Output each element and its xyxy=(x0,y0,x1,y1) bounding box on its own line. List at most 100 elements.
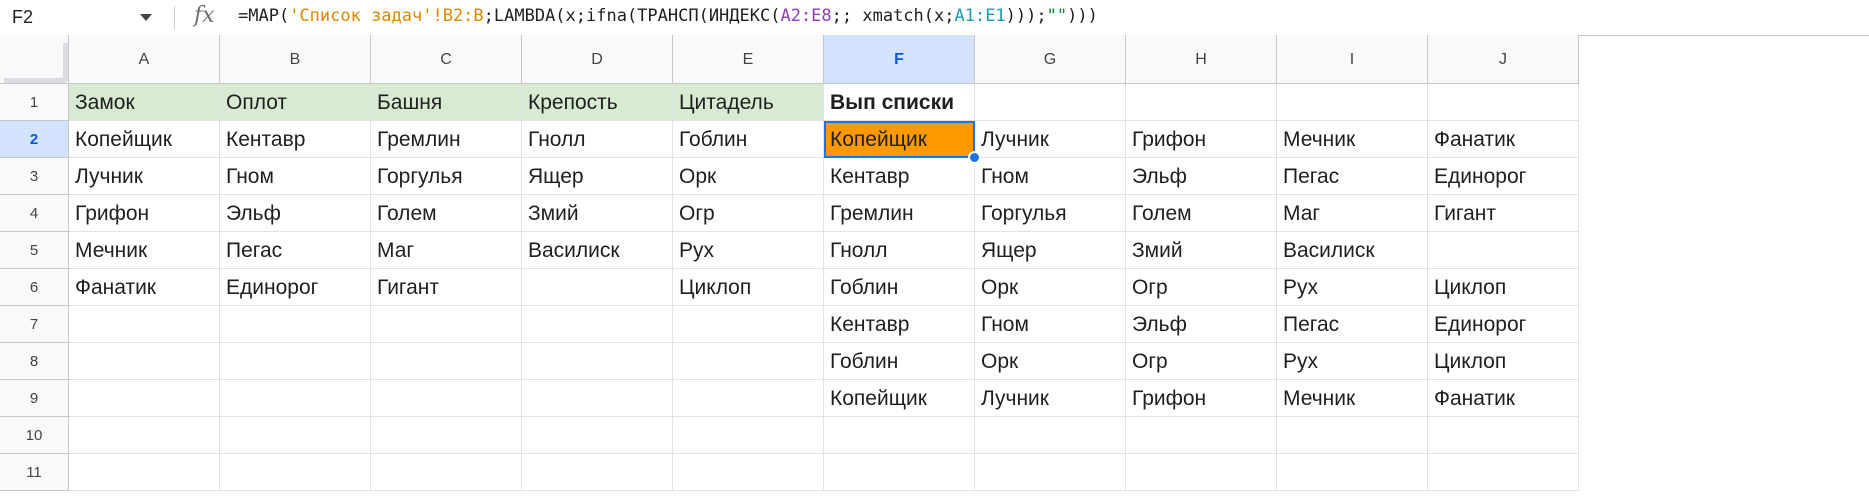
chevron-down-icon[interactable] xyxy=(140,14,152,21)
cell-c8[interactable] xyxy=(371,343,522,380)
cell-d7[interactable] xyxy=(522,306,673,343)
cell-h4[interactable]: Голем xyxy=(1126,195,1277,232)
cell-f3[interactable]: Кентавр xyxy=(824,158,975,195)
cell-d5[interactable]: Василиск xyxy=(522,232,673,269)
column-header-h[interactable]: H xyxy=(1126,35,1277,84)
cell-h5[interactable]: Змий xyxy=(1126,232,1277,269)
cell-a10[interactable] xyxy=(69,417,220,454)
cell-f4[interactable]: Гремлин xyxy=(824,195,975,232)
cell-d9[interactable] xyxy=(522,380,673,417)
cell-b10[interactable] xyxy=(220,417,371,454)
row-header-2[interactable]: 2 xyxy=(0,121,69,158)
cell-f5[interactable]: Гнолл xyxy=(824,232,975,269)
cell-a4[interactable]: Грифон xyxy=(69,195,220,232)
cell-a8[interactable] xyxy=(69,343,220,380)
cell-f11[interactable] xyxy=(824,454,975,491)
name-box[interactable]: F2 xyxy=(0,0,163,35)
cell-i9[interactable]: Мечник xyxy=(1277,380,1428,417)
fill-handle[interactable] xyxy=(968,151,981,164)
cell-e5[interactable]: Рух xyxy=(673,232,824,269)
cell-d11[interactable] xyxy=(522,454,673,491)
cell-f8[interactable]: Гоблин xyxy=(824,343,975,380)
cell-e3[interactable]: Орк xyxy=(673,158,824,195)
cell-f7[interactable]: Кентавр xyxy=(824,306,975,343)
cell-g11[interactable] xyxy=(975,454,1126,491)
cell-i11[interactable] xyxy=(1277,454,1428,491)
cell-f2[interactable]: Копейщик xyxy=(824,121,975,158)
cell-i5[interactable]: Василиск xyxy=(1277,232,1428,269)
cell-g8[interactable]: Орк xyxy=(975,343,1126,380)
cell-h9[interactable]: Грифон xyxy=(1126,380,1277,417)
cell-j8[interactable]: Циклоп xyxy=(1428,343,1579,380)
cell-i10[interactable] xyxy=(1277,417,1428,454)
cell-d8[interactable] xyxy=(522,343,673,380)
cell-j9[interactable]: Фанатик xyxy=(1428,380,1579,417)
cell-i7[interactable]: Пегас xyxy=(1277,306,1428,343)
cell-b7[interactable] xyxy=(220,306,371,343)
cell-a11[interactable] xyxy=(69,454,220,491)
cell-c6[interactable]: Гигант xyxy=(371,269,522,306)
cell-i4[interactable]: Маг xyxy=(1277,195,1428,232)
cell-a6[interactable]: Фанатик xyxy=(69,269,220,306)
cell-b6[interactable]: Единорог xyxy=(220,269,371,306)
cell-a1[interactable]: Замок xyxy=(69,84,220,121)
cell-j10[interactable] xyxy=(1428,417,1579,454)
cell-f10[interactable] xyxy=(824,417,975,454)
row-header-10[interactable]: 10 xyxy=(0,417,69,454)
cell-e9[interactable] xyxy=(673,380,824,417)
cell-c5[interactable]: Маг xyxy=(371,232,522,269)
cell-i3[interactable]: Пегас xyxy=(1277,158,1428,195)
cell-d2[interactable]: Гнолл xyxy=(522,121,673,158)
cell-a5[interactable]: Мечник xyxy=(69,232,220,269)
cell-b5[interactable]: Пегас xyxy=(220,232,371,269)
cell-e7[interactable] xyxy=(673,306,824,343)
cell-i8[interactable]: Рух xyxy=(1277,343,1428,380)
cell-a7[interactable] xyxy=(69,306,220,343)
row-header-11[interactable]: 11 xyxy=(0,454,69,491)
column-header-b[interactable]: B xyxy=(220,35,371,84)
row-header-8[interactable]: 8 xyxy=(0,343,69,380)
cell-j6[interactable]: Циклоп xyxy=(1428,269,1579,306)
row-header-4[interactable]: 4 xyxy=(0,195,69,232)
cell-h3[interactable]: Эльф xyxy=(1126,158,1277,195)
cell-g5[interactable]: Ящер xyxy=(975,232,1126,269)
cell-j4[interactable]: Гигант xyxy=(1428,195,1579,232)
cell-g7[interactable]: Гном xyxy=(975,306,1126,343)
cell-d3[interactable]: Ящер xyxy=(522,158,673,195)
freeze-row-handle[interactable] xyxy=(4,78,66,83)
cell-h10[interactable] xyxy=(1126,417,1277,454)
column-header-d[interactable]: D xyxy=(522,35,673,84)
cell-h1[interactable] xyxy=(1126,84,1277,121)
cell-a9[interactable] xyxy=(69,380,220,417)
cell-f1[interactable]: Вып списки xyxy=(824,84,975,121)
cell-d1[interactable]: Крепость xyxy=(522,84,673,121)
cell-j7[interactable]: Единорог xyxy=(1428,306,1579,343)
cell-b3[interactable]: Гном xyxy=(220,158,371,195)
cell-j5[interactable] xyxy=(1428,232,1579,269)
column-header-g[interactable]: G xyxy=(975,35,1126,84)
row-header-6[interactable]: 6 xyxy=(0,269,69,306)
cell-e10[interactable] xyxy=(673,417,824,454)
cell-b1[interactable]: Оплот xyxy=(220,84,371,121)
cell-g10[interactable] xyxy=(975,417,1126,454)
cell-a3[interactable]: Лучник xyxy=(69,158,220,195)
row-header-7[interactable]: 7 xyxy=(0,306,69,343)
cell-g9[interactable]: Лучник xyxy=(975,380,1126,417)
cell-b8[interactable] xyxy=(220,343,371,380)
cell-d4[interactable]: Змий xyxy=(522,195,673,232)
cell-c2[interactable]: Гремлин xyxy=(371,121,522,158)
row-header-1[interactable]: 1 xyxy=(0,84,69,121)
cell-c9[interactable] xyxy=(371,380,522,417)
column-header-f[interactable]: F xyxy=(824,35,975,84)
cell-j11[interactable] xyxy=(1428,454,1579,491)
cell-b4[interactable]: Эльф xyxy=(220,195,371,232)
cell-a2[interactable]: Копейщик xyxy=(69,121,220,158)
cell-c3[interactable]: Горгулья xyxy=(371,158,522,195)
cell-b2[interactable]: Кентавр xyxy=(220,121,371,158)
cell-g2[interactable]: Лучник xyxy=(975,121,1126,158)
row-header-9[interactable]: 9 xyxy=(0,380,69,417)
cell-h11[interactable] xyxy=(1126,454,1277,491)
cell-j3[interactable]: Единорог xyxy=(1428,158,1579,195)
cell-i1[interactable] xyxy=(1277,84,1428,121)
cell-g1[interactable] xyxy=(975,84,1126,121)
